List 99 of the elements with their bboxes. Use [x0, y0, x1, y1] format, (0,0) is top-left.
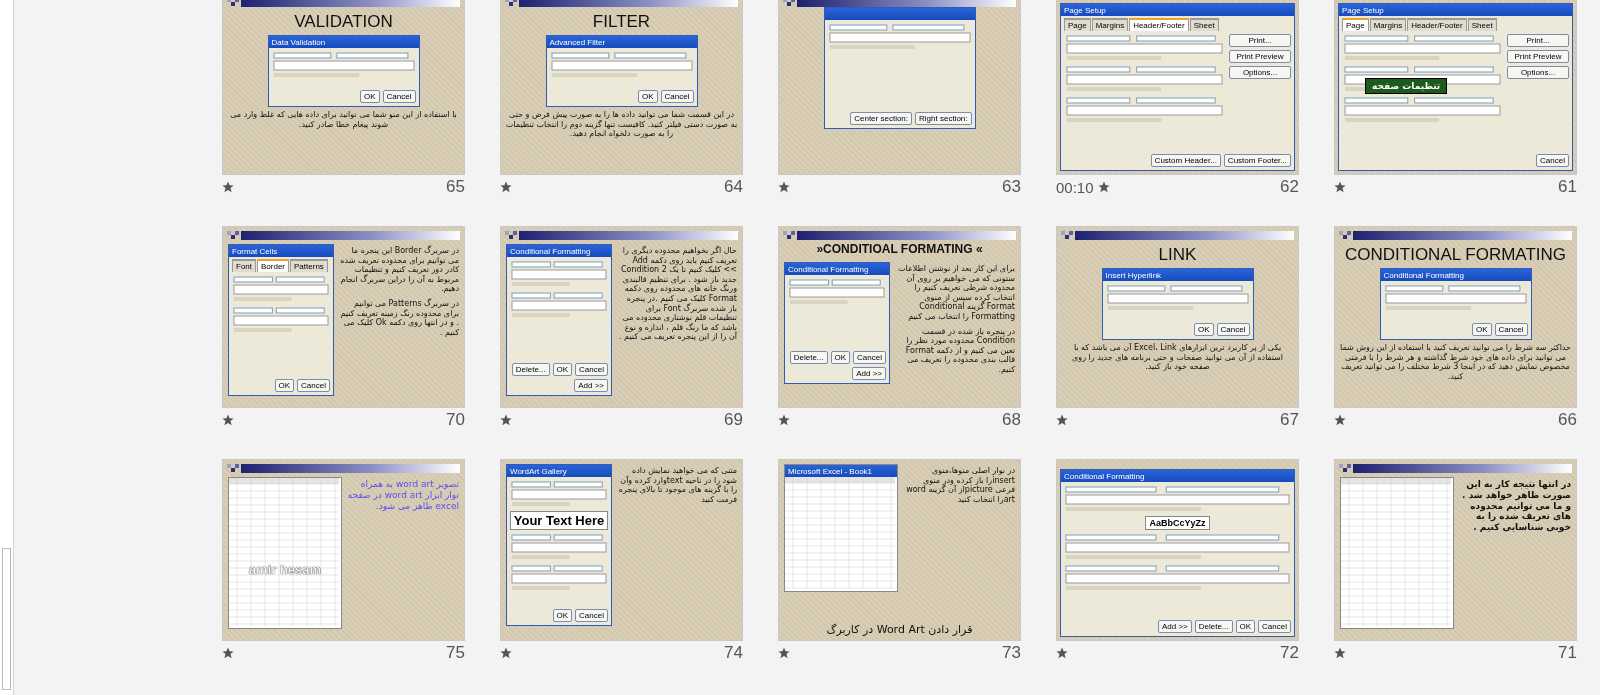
- dialog-button[interactable]: Cancel: [575, 363, 608, 376]
- dialog-title: Page Setup: [1342, 5, 1384, 15]
- dialog-button[interactable]: Delete...: [1194, 620, 1233, 633]
- dialog-button[interactable]: Custom Footer...: [1223, 154, 1291, 167]
- slide-number: 68: [1002, 410, 1021, 430]
- sample-text: AaBbCcYyZz: [1145, 516, 1210, 530]
- slide-title: LINK: [1158, 245, 1197, 265]
- slide-number: 64: [724, 177, 743, 197]
- dialog-tab[interactable]: Font: [232, 259, 256, 272]
- slide-number: 67: [1280, 410, 1299, 430]
- dialog-tab[interactable]: Margins: [1091, 18, 1129, 31]
- window-title: Microsoft Excel - Book1: [788, 466, 873, 476]
- dialog-button[interactable]: Cancel: [1216, 323, 1250, 336]
- dialog-tab[interactable]: Sheet: [1467, 18, 1497, 31]
- dialog-tab[interactable]: Page: [1064, 18, 1091, 31]
- slide-number: 74: [724, 643, 743, 663]
- dialog-button[interactable]: Cancel: [660, 90, 694, 103]
- dialog-button[interactable]: Add >>: [852, 367, 886, 380]
- dialog-button[interactable]: OK: [274, 379, 295, 392]
- dialog-title: Conditional Formatting: [1064, 471, 1145, 481]
- dialog-button[interactable]: Print...: [1229, 34, 1291, 47]
- dialog-tab[interactable]: Header/Footer: [1407, 18, 1467, 31]
- slide-text: در نوار اصلی منوها،منوی insertرا باز کرده ودر منوی فرعی pictureاز آن گزینه word artرا انتخاب کنید: [905, 466, 1015, 505]
- dialog-button[interactable]: Delete...: [511, 363, 550, 376]
- dialog-title: Insert Hyperlink: [1105, 270, 1162, 280]
- slide-text: تصویر word art به همراه نوار ابزار word art در صفحه excel ظاهر می شود.: [347, 479, 459, 512]
- dialog-button[interactable]: Print...: [1507, 34, 1569, 47]
- slide-number: 61: [1558, 177, 1577, 197]
- dialog-button[interactable]: Cancel: [1258, 620, 1291, 633]
- dialog-title: Page Setup: [1064, 5, 1106, 15]
- dialog-button[interactable]: Add >>: [1157, 620, 1192, 633]
- slide-text: حال اگر بخواهیم محدوده دیگری را تعریف کنیم باید روی دکمه Add >> کلیک کنیم تا یک Condition 2 جدید باز شود . برای تنظیم قالبندی ورنگ خانه های محدوده روی دکمه Format کلیک می کنیم .در پنجره باز شده سربرگ Font برای تنظیمات قلم نوشتاری محدوده می باشد که ما رنگ قلم ، اندازه و نوع آن را از این پنجره تعریف می کنیم .: [617, 246, 737, 342]
- dialog-button[interactable]: Print Preview: [1229, 50, 1291, 63]
- dialog-button[interactable]: OK: [638, 90, 658, 103]
- slide-number: 70: [446, 410, 465, 430]
- slide-text: در سربرگ Border این پنجره ما می توانیم برای محدوده تعریف شده کادر دور تعریف کنیم و تنظیمات مربوط به آن را دراین سربرگ انجام دهیم.: [339, 246, 459, 294]
- dialog-button[interactable]: Center section:: [850, 112, 913, 125]
- dialog-tab[interactable]: Sheet: [1189, 18, 1219, 31]
- dialog-title: Conditional Formatting: [510, 246, 591, 256]
- dialog-button[interactable]: Cancel: [853, 351, 886, 364]
- slide-text: با استفاده از این منو شما می توانید برای داده هایی که غلط وارد می شوند پیغام خطا صادر کنید.: [229, 110, 458, 130]
- dialog-title: Data Validation: [271, 37, 326, 47]
- slide-text: در این قسمت شما می توانید داده ها را به صورت پیش فرض و حتی به صورت دستی فیلتر کنید. کافیست تنها گزینه دوم را انتخاب تنظیمات را به صورت دلخواه انجام دهید.: [505, 110, 738, 139]
- dialog-button[interactable]: Delete...: [789, 351, 828, 364]
- slide-number: 72: [1280, 643, 1299, 663]
- slide-number: 71: [1558, 643, 1577, 663]
- slide-number: 62: [1280, 177, 1299, 197]
- dialog-button[interactable]: OK: [360, 90, 380, 103]
- dialog-button[interactable]: OK: [1194, 323, 1214, 336]
- dialog-tab[interactable]: Border: [257, 259, 290, 272]
- dialog-button[interactable]: Options...: [1507, 66, 1569, 79]
- dialog-button[interactable]: Cancel: [297, 379, 330, 392]
- dialog-button[interactable]: Cancel: [1536, 154, 1569, 167]
- dialog-button[interactable]: OK: [830, 351, 851, 364]
- slide-number: 65: [446, 177, 465, 197]
- dialog-title: Format Cells: [232, 246, 278, 256]
- dialog-button[interactable]: Print Preview: [1507, 50, 1569, 63]
- callout-label: تنظیمات صفحه: [1365, 78, 1448, 94]
- dialog-button[interactable]: Cancel: [575, 609, 608, 622]
- dialog-tab[interactable]: Margins: [1369, 18, 1407, 31]
- sample-text: Your Text Here: [509, 511, 609, 530]
- dialog-button[interactable]: Cancel: [382, 90, 416, 103]
- dialog-button[interactable]: OK: [1472, 323, 1492, 336]
- slide-title: VALIDATION: [294, 12, 393, 32]
- dialog-title: WordArt Gallery: [510, 466, 567, 476]
- slide-text: یکی از پر کاربرد ترین ابزارهای Excel، Link آن می باشد که با استفاده از آن می توانید صفحات و حتی برنامه های جدید را روی صفحه خود باز کنید.: [1071, 343, 1284, 372]
- dialog-title: Conditional Formatting: [1383, 270, 1464, 280]
- slide-title: CONDITIONAL FORMATING: [1345, 245, 1566, 265]
- dialog-tab[interactable]: Patterns: [290, 259, 328, 272]
- slide-text: در پنجره باز شده در قسمت Condition محدوده مورد نظر را تعین می کنیم و از دکمه Format قالب بندی محدوده را تعریف می کنیم.: [904, 326, 1015, 375]
- dialog-button[interactable]: Options...: [1229, 66, 1291, 79]
- dialog-button[interactable]: Custom Header...: [1150, 154, 1221, 167]
- dialog-button[interactable]: Right section:: [915, 112, 972, 125]
- scrollbar[interactable]: [0, 0, 14, 695]
- scrollbar-thumb[interactable]: [2, 548, 11, 690]
- slide-number: 63: [1002, 177, 1021, 197]
- dialog-tab[interactable]: Page: [1342, 18, 1369, 31]
- slide-text: در سربرگ Patterns می توانیم برای محدوده رنگ زمینه تعریف کنیم . و در انتها روی دکمه Ok کلیک می کنیم .: [339, 298, 459, 338]
- slide-title: »CONDITIOAL FORMATING «: [815, 242, 984, 256]
- slide-text: حداکثر سه شرط را می توانید تعریف کنید با استفاده از این روش شما می توانید برای داده های خود شرط گذاشته و هر شرط را با فرمتی مخصوص نمایش دهید که در اینجا 3 شرط مختلف را می توانید تعریف کنید.: [1339, 343, 1572, 382]
- dialog-tab[interactable]: Header/Footer: [1129, 18, 1189, 31]
- dialog-button[interactable]: OK: [552, 609, 573, 622]
- slide-number: 73: [1002, 643, 1021, 663]
- slide-text: متنی که می خواهید نمایش داده شود را در ناحیه textوارد کرده وآن را با گزینه های موجود تا بالای پنجره فرمت کنید: [617, 466, 737, 505]
- slide-number: 69: [724, 410, 743, 430]
- slide-text: برای این کار بعد از نوشتن اطلاعات ستونی که می خواهیم بر روی آن محدوده شرطی تعریف کنیم را انتخاب کرده سپس از منوی Format گزینه Conditional Formatting را انتخاب می کنیم: [896, 264, 1015, 322]
- wordart-text: amir hesam: [247, 560, 323, 578]
- slide-title: FILTER: [592, 12, 651, 32]
- slide-number: 66: [1558, 410, 1577, 430]
- slide-timing: 00:10: [1056, 178, 1094, 196]
- slide-text: در انتها نتیجه کار به این صورت ظاهر خواهد شد . و ما می توانیم محدوده های تعریف شده را به خوبی شناسایی کنیم .: [1461, 479, 1571, 533]
- dialog-button[interactable]: OK: [1235, 620, 1256, 633]
- dialog-title: Advanced Filter: [549, 37, 606, 47]
- dialog-button[interactable]: Add >>: [574, 379, 608, 392]
- dialog-button[interactable]: OK: [552, 363, 573, 376]
- slide-caption: قرار دادن Word Art در کاربرگ: [825, 622, 974, 638]
- dialog-title: Conditional Formatting: [788, 264, 869, 274]
- slide-number: 75: [446, 643, 465, 663]
- dialog-button[interactable]: Cancel: [1494, 323, 1528, 336]
